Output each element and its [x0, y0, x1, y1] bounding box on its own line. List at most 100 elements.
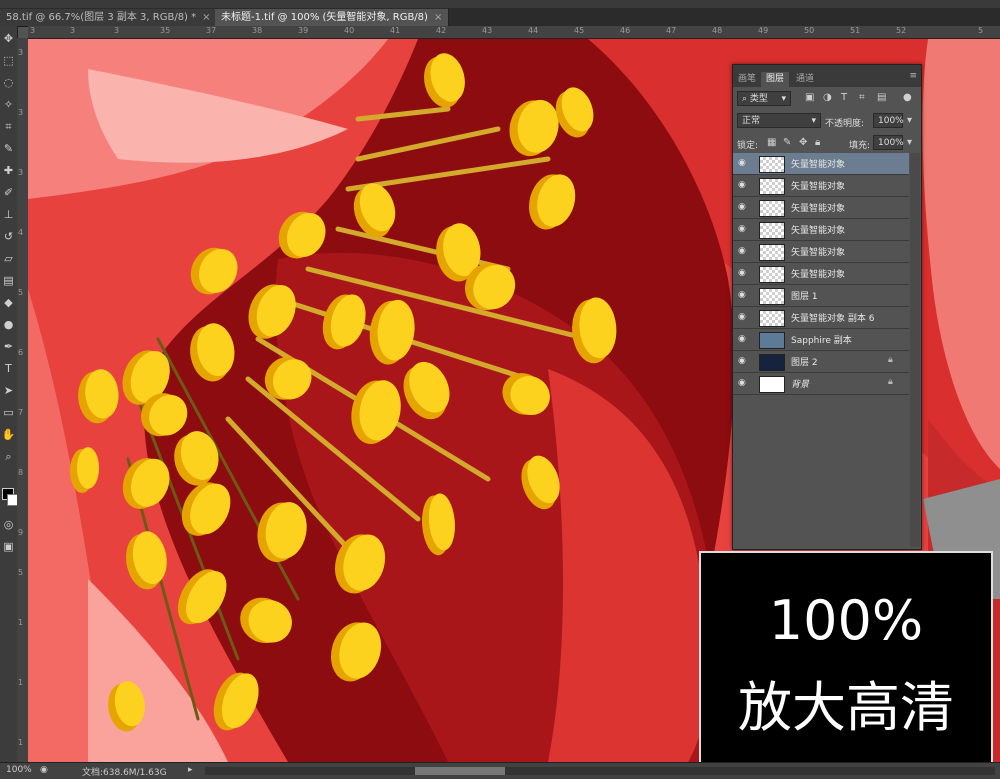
type-tool-icon[interactable]: T [1, 360, 16, 378]
layer-thumbnail [759, 310, 785, 327]
layer-row[interactable]: ◉ 矢量智能对象 [733, 175, 909, 197]
lock-all-icon[interactable]: 🔒︎ [815, 137, 820, 148]
layer-row[interactable]: ◉ 矢量智能对象 [733, 263, 909, 285]
filter-toggle-icon[interactable]: ● [903, 92, 912, 103]
blend-mode-select[interactable]: 正常 ▾ [737, 113, 821, 128]
close-icon[interactable]: × [434, 12, 442, 23]
fill-label: 填充: [849, 141, 871, 151]
pen-tool-icon[interactable]: ✒ [1, 338, 16, 356]
horizontal-scrollbar[interactable] [205, 767, 995, 775]
layer-list-scrollbar[interactable] [910, 153, 920, 547]
filter-row: ⌕ 类型 ▾ ▣ ◑ T ⌗ ▤ ● [733, 88, 921, 110]
layer-name: 矢量智能对象 [791, 270, 846, 280]
layer-row[interactable]: ◉ Sapphire 副本 [733, 329, 909, 351]
lock-row: 锁定: ▦ ✎ ✥ 🔒︎ 填充: 100% ▾ [733, 132, 921, 154]
layer-thumbnail [759, 200, 785, 217]
panel-menu-icon[interactable]: ≡ [909, 71, 917, 81]
blur-tool-icon[interactable]: ◆ [1, 294, 16, 312]
shape-tool-icon[interactable]: ▭ [1, 404, 16, 422]
healing-tool-icon[interactable]: ✚ [1, 162, 16, 180]
ruler-tick-label: 49 [758, 26, 769, 35]
tab-document-untitled[interactable]: 未标题-1.tif @ 100% (矢量智能对象, RGB/8) × [215, 9, 450, 26]
layer-row[interactable]: ◉ 图层 1 [733, 285, 909, 307]
quick-mask-icon[interactable]: ◎ [1, 516, 16, 534]
adjustment-filter-icon[interactable]: ◑ [823, 92, 832, 103]
visibility-eye-icon[interactable]: ◉ [738, 378, 746, 388]
caption-zoom-percent: 100% [768, 589, 924, 652]
caption-hd-text: 放大高清 [738, 676, 954, 739]
stamp-tool-icon[interactable]: ⊥ [1, 206, 16, 224]
lock-position-icon[interactable]: ✥ [799, 137, 807, 148]
options-bar-strip [0, 0, 1000, 8]
layer-row[interactable]: ◉ 背景 🔒︎ [733, 373, 909, 395]
layer-row[interactable]: ◉ 矢量智能对象 [733, 219, 909, 241]
layer-name: 矢量智能对象 [791, 226, 846, 236]
lasso-tool-icon[interactable]: ◌ [1, 74, 16, 92]
visibility-eye-icon[interactable]: ◉ [738, 312, 746, 322]
chevron-down-icon: ▾ [781, 94, 786, 104]
fill-input[interactable]: 100% [873, 135, 904, 150]
horizontal-ruler: 3 3 3 35 37 38 39 40 41 42 43 44 45 46 4… [28, 26, 1000, 39]
close-icon[interactable]: × [202, 12, 210, 23]
image-filter-icon[interactable]: ▣ [805, 92, 814, 103]
magic-wand-tool-icon[interactable]: ✧ [1, 96, 16, 114]
chevron-right-icon[interactable]: ▸ [188, 765, 193, 775]
visibility-eye-icon[interactable]: ◉ [738, 334, 746, 344]
ruler-tick-label: 5 [978, 26, 984, 35]
dodge-tool-icon[interactable]: ● [1, 316, 16, 334]
type-filter-icon[interactable]: T [841, 92, 847, 103]
zoom-tool-icon[interactable]: ⌕ [1, 448, 16, 466]
opacity-input[interactable]: 100% [873, 113, 904, 128]
crop-tool-icon[interactable]: ⌗ [1, 118, 16, 136]
opacity-label: 不透明度: [825, 119, 865, 129]
chevron-down-icon[interactable]: ▾ [907, 137, 912, 148]
visibility-eye-icon[interactable]: ◉ [738, 158, 746, 168]
lock-transparency-icon[interactable]: ▦ [767, 137, 776, 148]
chevron-down-icon[interactable]: ▾ [907, 115, 912, 126]
layer-row[interactable]: ◉ 矢量智能对象 [733, 153, 909, 175]
tab-document-58[interactable]: 58.tif @ 66.7%(图层 3 副本 3, RGB/8) * × [0, 9, 218, 26]
gradient-tool-icon[interactable]: ▤ [1, 272, 16, 290]
scrollbar-thumb[interactable] [415, 767, 505, 775]
smart-object-filter-icon[interactable]: ▤ [877, 92, 886, 103]
eyedropper-tool-icon[interactable]: ✎ [1, 140, 16, 158]
layer-filter-select[interactable]: ⌕ 类型 ▾ [737, 91, 791, 106]
visibility-eye-icon[interactable]: ◉ [738, 224, 746, 234]
status-info-icon[interactable]: ◉ [40, 765, 48, 775]
visibility-eye-icon[interactable]: ◉ [738, 180, 746, 190]
ruler-tick-label: 48 [712, 26, 723, 35]
shape-filter-icon[interactable]: ⌗ [859, 92, 865, 103]
visibility-eye-icon[interactable]: ◉ [738, 202, 746, 212]
visibility-eye-icon[interactable]: ◉ [738, 246, 746, 256]
brush-tool-icon[interactable]: ✐ [1, 184, 16, 202]
visibility-eye-icon[interactable]: ◉ [738, 356, 746, 366]
layer-row[interactable]: ◉ 矢量智能对象 副本 6 [733, 307, 909, 329]
move-tool-icon[interactable]: ✥ [1, 30, 16, 48]
history-brush-tool-icon[interactable]: ↺ [1, 228, 16, 246]
ruler-tick-label: 4 [18, 228, 24, 237]
visibility-eye-icon[interactable]: ◉ [738, 290, 746, 300]
tab-channels[interactable]: 通道 [791, 72, 819, 87]
zoom-level[interactable]: 100% [6, 765, 32, 775]
hand-tool-icon[interactable]: ✋ [1, 426, 16, 444]
ruler-tick-label: 3 [30, 26, 36, 35]
document-tab-bar: 58.tif @ 66.7%(图层 3 副本 3, RGB/8) * × 未标题-… [0, 0, 1000, 27]
marquee-tool-icon[interactable]: ⬚ [1, 52, 16, 70]
layer-thumbnail [759, 266, 785, 283]
screen-mode-icon[interactable]: ▣ [1, 538, 16, 556]
layer-thumbnail [759, 376, 785, 393]
tab-brushes[interactable]: 画笔 [733, 72, 761, 87]
visibility-eye-icon[interactable]: ◉ [738, 268, 746, 278]
eraser-tool-icon[interactable]: ▱ [1, 250, 16, 268]
path-select-tool-icon[interactable]: ➤ [1, 382, 16, 400]
layer-row[interactable]: ◉ 矢量智能对象 [733, 197, 909, 219]
layer-lock-icon: 🔒︎ [888, 377, 893, 387]
layer-row[interactable]: ◉ 图层 2 🔒︎ [733, 351, 909, 373]
layer-name: 图层 2 [791, 358, 818, 368]
lock-label: 锁定: [737, 141, 759, 151]
layer-name: 矢量智能对象 [791, 248, 846, 258]
tab-layers[interactable]: 图层 [761, 72, 790, 87]
ruler-tick-label: 8 [18, 468, 24, 477]
layer-row[interactable]: ◉ 矢量智能对象 [733, 241, 909, 263]
lock-pixels-icon[interactable]: ✎ [783, 137, 791, 148]
